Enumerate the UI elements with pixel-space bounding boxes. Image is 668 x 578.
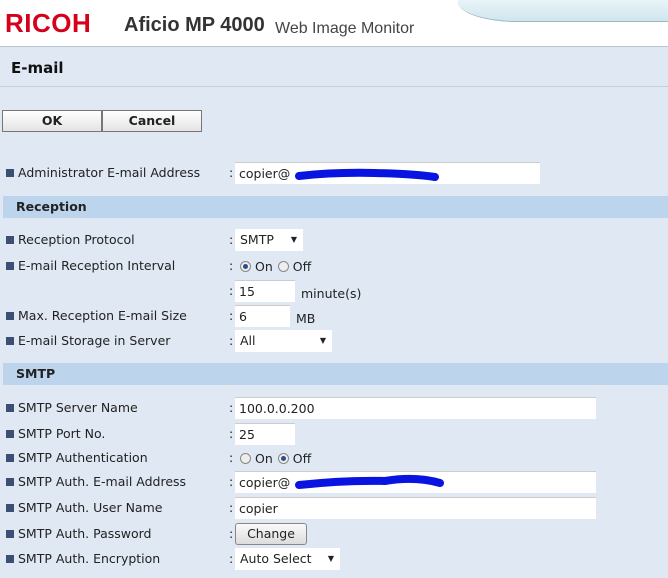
unit-label: MB: [296, 310, 316, 326]
smtp-port-row: SMTP Port No. : 25: [0, 423, 668, 445]
header-bar: RICOH Aficio MP 4000 Web Image Monitor: [0, 0, 668, 47]
select-value: SMTP: [240, 232, 274, 247]
bullet-icon: [6, 477, 14, 486]
chevron-down-icon: ▼: [319, 336, 326, 345]
section-smtp: SMTP: [3, 363, 668, 385]
input-value: copier@: [239, 475, 291, 490]
field-label: E-mail Reception Interval: [18, 258, 176, 273]
colon: :: [229, 526, 234, 541]
interval-minutes-row: : 15 minute(s): [0, 280, 668, 302]
radio-label: On: [255, 450, 273, 466]
interval-minutes-input[interactable]: 15: [235, 280, 295, 302]
field-label: Max. Reception E-mail Size: [18, 308, 187, 323]
bullet-icon: [6, 554, 14, 563]
field-label: SMTP Server Name: [18, 400, 138, 415]
smtp-port-input[interactable]: 25: [235, 423, 295, 445]
field-label: SMTP Auth. Encryption: [18, 551, 161, 566]
smtp-auth-email-input[interactable]: copier@: [235, 471, 596, 493]
storage-select[interactable]: All ▼: [235, 330, 332, 352]
max-size-row: Max. Reception E-mail Size : 6 MB: [0, 305, 668, 327]
bullet-icon: [6, 311, 14, 320]
ok-button[interactable]: OK: [2, 110, 102, 132]
colon: :: [229, 400, 234, 415]
field-label: SMTP Auth. Password: [18, 526, 152, 541]
smtp-encryption-row: SMTP Auth. Encryption : Auto Select ▼: [0, 548, 668, 570]
field-label: SMTP Auth. E-mail Address: [18, 474, 187, 489]
smtp-auth-email-row: SMTP Auth. E-mail Address : copier@: [0, 471, 668, 493]
field-label: SMTP Authentication: [18, 450, 148, 465]
cancel-button[interactable]: Cancel: [102, 110, 202, 132]
bullet-icon: [6, 168, 14, 177]
smtp-server-input[interactable]: 100.0.0.200: [235, 397, 596, 419]
chevron-down-icon: ▼: [327, 554, 334, 563]
interval-on-radio[interactable]: [240, 260, 251, 272]
auth-on-radio[interactable]: [240, 452, 251, 464]
chevron-down-icon: ▼: [290, 235, 297, 244]
bullet-icon: [6, 429, 14, 438]
field-label: SMTP Auth. User Name: [18, 500, 163, 515]
admin-email-row: Administrator E-mail Address : copier@: [0, 162, 668, 184]
bullet-icon: [6, 235, 14, 244]
reception-interval-row: E-mail Reception Interval : On Off: [0, 255, 668, 277]
colon: :: [229, 283, 234, 298]
encryption-select[interactable]: Auto Select ▼: [235, 548, 340, 570]
header-decoration: [458, 0, 668, 22]
smtp-auth-row: SMTP Authentication : On Off: [0, 447, 668, 469]
unit-label: minute(s): [301, 285, 362, 301]
colon: :: [229, 333, 234, 348]
smtp-server-row: SMTP Server Name : 100.0.0.200: [0, 397, 668, 419]
reception-protocol-row: Reception Protocol : SMTP ▼: [0, 229, 668, 251]
storage-row: E-mail Storage in Server : All ▼: [0, 330, 668, 352]
divider: [0, 86, 668, 87]
field-label: Administrator E-mail Address: [18, 165, 201, 180]
admin-email-input[interactable]: copier@: [235, 162, 540, 184]
smtp-password-row: SMTP Auth. Password : Change: [0, 523, 668, 545]
field-label: Reception Protocol: [18, 232, 135, 247]
app-name: Web Image Monitor: [275, 20, 415, 37]
interval-off-radio[interactable]: [277, 260, 289, 272]
radio-label: On: [255, 258, 273, 274]
colon: :: [229, 474, 234, 489]
colon: :: [229, 551, 234, 566]
auth-off-radio[interactable]: [277, 452, 289, 464]
field-label: E-mail Storage in Server: [18, 333, 171, 348]
colon: :: [229, 426, 234, 441]
bullet-icon: [6, 403, 14, 412]
max-size-input[interactable]: 6: [235, 305, 290, 327]
radio-label: Off: [292, 258, 312, 274]
input-value: copier@: [239, 166, 291, 181]
colon: :: [229, 165, 234, 180]
smtp-user-row: SMTP Auth. User Name : copier: [0, 497, 668, 519]
bullet-icon: [6, 336, 14, 345]
smtp-user-input[interactable]: copier: [235, 497, 596, 519]
section-reception: Reception: [3, 196, 668, 218]
change-password-button[interactable]: Change: [235, 523, 307, 545]
bullet-icon: [6, 453, 14, 462]
select-value: Auto Select: [240, 551, 312, 566]
model-name: Aficio MP 4000: [124, 14, 265, 36]
colon: :: [229, 232, 234, 247]
redaction-scribble: [295, 474, 444, 489]
bullet-icon: [6, 261, 14, 270]
colon: :: [229, 308, 234, 323]
redaction-scribble: [295, 168, 439, 181]
bullet-icon: [6, 503, 14, 512]
colon: :: [229, 258, 234, 273]
reception-protocol-select[interactable]: SMTP ▼: [235, 229, 303, 251]
radio-label: Off: [292, 450, 312, 466]
colon: :: [229, 450, 234, 465]
field-label: SMTP Port No.: [18, 426, 106, 441]
colon: :: [229, 500, 234, 515]
page-title: E-mail: [11, 59, 64, 77]
select-value: All: [240, 333, 256, 348]
bullet-icon: [6, 529, 14, 538]
ricoh-logo: RICOH: [5, 8, 92, 38]
